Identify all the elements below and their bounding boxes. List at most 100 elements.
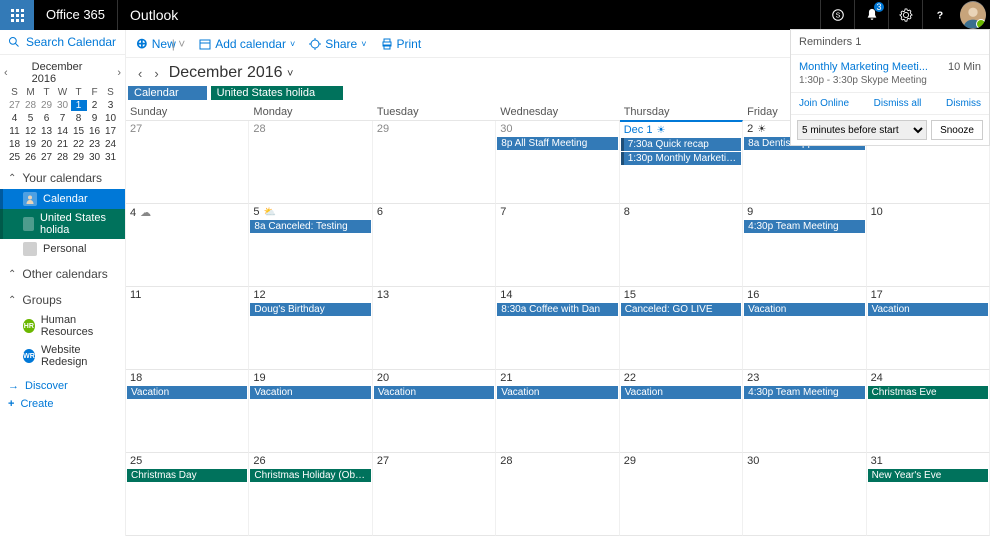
calendar-cell[interactable]: 30 xyxy=(743,453,866,536)
other-calendars-header[interactable]: ⌃Other calendars xyxy=(0,259,125,285)
calendar-event[interactable]: 4:30p Team Meeting xyxy=(744,220,864,233)
calendar-cell[interactable]: 20Vacation xyxy=(373,370,496,453)
calendar-cell[interactable]: 25Christmas Day xyxy=(126,453,249,536)
mini-cal-day[interactable]: 27 xyxy=(39,152,55,163)
mini-cal-day[interactable]: 10 xyxy=(103,113,119,124)
mini-cal-day[interactable]: 31 xyxy=(103,152,119,163)
calendar-cell[interactable]: 26Christmas Holiday (Observed) xyxy=(249,453,372,536)
mini-cal-day[interactable]: 30 xyxy=(87,152,103,163)
calendar-cell[interactable]: 12Doug's Birthday xyxy=(249,287,372,370)
calendar-event[interactable]: 8a Canceled: Testing xyxy=(250,220,370,233)
mini-cal-day[interactable]: 18 xyxy=(7,139,23,150)
calendar-event[interactable]: 7:30a Quick recap xyxy=(621,138,741,151)
mini-cal-day[interactable]: 2 xyxy=(87,100,103,111)
calendar-cell[interactable]: 7 xyxy=(496,204,619,287)
next-month-icon[interactable]: › xyxy=(152,66,160,81)
mini-cal-day[interactable]: 26 xyxy=(23,152,39,163)
calendar-cell[interactable]: 27 xyxy=(373,453,496,536)
snooze-select[interactable]: 5 minutes before start xyxy=(797,120,927,140)
your-calendars-header[interactable]: ⌃Your calendars xyxy=(0,163,125,189)
calendar-event[interactable]: Vacation xyxy=(497,386,617,399)
mini-cal-day[interactable]: 23 xyxy=(87,139,103,150)
profile-avatar[interactable] xyxy=(956,0,990,30)
calendar-cell[interactable]: 5⛅8a Canceled: Testing xyxy=(249,204,372,287)
mini-cal-day[interactable]: 24 xyxy=(103,139,119,150)
help-icon[interactable]: ? xyxy=(922,0,956,30)
mini-cal-day[interactable]: 20 xyxy=(39,139,55,150)
print-button[interactable]: Print xyxy=(381,37,422,51)
calendar-cell[interactable]: 234:30p Team Meeting xyxy=(743,370,866,453)
mini-cal-title[interactable]: December 2016 xyxy=(32,61,94,85)
mini-cal-day[interactable]: 22 xyxy=(71,139,87,150)
calendar-cell[interactable]: 28 xyxy=(496,453,619,536)
calendar-event[interactable]: Canceled: GO LIVE xyxy=(621,303,741,316)
groups-header[interactable]: ⌃Groups xyxy=(0,285,125,311)
mini-cal-day[interactable]: 8 xyxy=(71,113,87,124)
discover-link[interactable]: →Discover xyxy=(0,377,125,395)
calendar-event[interactable]: 8p All Staff Meeting xyxy=(497,137,617,150)
calendar-cell[interactable]: 24Christmas Eve xyxy=(867,370,990,453)
calendar-event[interactable]: 4:30p Team Meeting xyxy=(744,386,864,399)
mini-cal-day[interactable]: 4 xyxy=(7,113,23,124)
dismiss-all-link[interactable]: Dismiss all xyxy=(874,98,922,109)
calendar-event[interactable]: Vacation xyxy=(744,303,864,316)
calendar-cell[interactable]: 10 xyxy=(867,204,990,287)
calendar-event[interactable]: New Year's Eve xyxy=(868,469,988,482)
mini-next-icon[interactable]: › xyxy=(113,67,125,79)
calendar-cell[interactable]: 15Canceled: GO LIVE xyxy=(620,287,743,370)
mini-cal-day[interactable]: 15 xyxy=(71,126,87,137)
brand-label[interactable]: Office 365 xyxy=(34,0,118,30)
calendar-cell[interactable]: 148:30a Coffee with Dan xyxy=(496,287,619,370)
calendar-cell[interactable]: 28 xyxy=(249,121,372,204)
search-input[interactable]: Search Calendar xyxy=(0,30,125,55)
notifications-icon[interactable]: 3 xyxy=(854,0,888,30)
calendar-cell[interactable]: 13 xyxy=(373,287,496,370)
calendar-event[interactable]: Vacation xyxy=(621,386,741,399)
mini-cal-day[interactable]: 13 xyxy=(39,126,55,137)
skype-icon[interactable]: S xyxy=(820,0,854,30)
calendar-cell[interactable]: 27 xyxy=(126,121,249,204)
calendar-cell[interactable]: 6 xyxy=(373,204,496,287)
mini-cal-day[interactable]: 30 xyxy=(55,100,71,111)
calendar-tab[interactable]: Calendar xyxy=(128,86,207,100)
calendar-cell[interactable]: 16Vacation xyxy=(743,287,866,370)
reminder-item[interactable]: Monthly Marketing Meeti...10 Min 1:30p -… xyxy=(791,55,989,93)
add-calendar-button[interactable]: Add calendar˅ xyxy=(199,37,295,51)
mini-cal-day[interactable]: 14 xyxy=(55,126,71,137)
calendar-event[interactable]: Vacation xyxy=(250,386,370,399)
calendar-cell[interactable]: Dec 1☀7:30a Quick recap1:30p Monthly Mar… xyxy=(620,120,743,204)
calendar-event[interactable]: Christmas Eve xyxy=(868,386,988,399)
calendar-tab[interactable]: United States holida xyxy=(211,86,343,100)
mini-cal-day[interactable]: 11 xyxy=(7,126,23,137)
mini-cal-day[interactable]: 17 xyxy=(103,126,119,137)
mini-cal-day[interactable]: 21 xyxy=(55,139,71,150)
mini-cal-day[interactable]: 29 xyxy=(39,100,55,111)
calendar-cell[interactable]: 8 xyxy=(620,204,743,287)
calendar-event[interactable]: Vacation xyxy=(127,386,247,399)
prev-month-icon[interactable]: ‹ xyxy=(136,66,144,81)
calendar-cell[interactable]: 21Vacation xyxy=(496,370,619,453)
calendar-item[interactable]: Calendar xyxy=(0,189,125,209)
snooze-button[interactable]: Snooze xyxy=(931,120,983,140)
mini-cal-day[interactable]: 9 xyxy=(87,113,103,124)
mini-cal-day[interactable]: 7 xyxy=(55,113,71,124)
mini-cal-day[interactable]: 6 xyxy=(39,113,55,124)
mini-calendar[interactable]: SMTWTFS272829301234567891011121314151617… xyxy=(0,87,125,163)
calendar-event[interactable]: Vacation xyxy=(868,303,988,316)
calendar-cell[interactable]: 94:30p Team Meeting xyxy=(743,204,866,287)
group-item[interactable]: HRHuman Resources xyxy=(0,311,125,341)
calendar-cell[interactable]: 18Vacation xyxy=(126,370,249,453)
calendar-cell[interactable]: 4☁ xyxy=(126,204,249,287)
calendar-cell[interactable]: 19Vacation xyxy=(249,370,372,453)
mini-cal-day[interactable]: 25 xyxy=(7,152,23,163)
calendar-cell[interactable]: 22Vacation xyxy=(620,370,743,453)
calendar-cell[interactable]: 11 xyxy=(126,287,249,370)
new-button[interactable]: ⊕New | ˅ xyxy=(136,35,185,52)
month-title[interactable]: December 2016 ˅ xyxy=(169,64,294,82)
calendar-cell[interactable]: 17Vacation xyxy=(867,287,990,370)
dismiss-link[interactable]: Dismiss xyxy=(946,98,981,109)
mini-cal-day[interactable]: 28 xyxy=(23,100,39,111)
mini-prev-icon[interactable]: ‹ xyxy=(0,67,12,79)
calendar-event[interactable]: 1:30p Monthly Marketing Meetin xyxy=(621,152,741,165)
calendar-cell[interactable]: 29 xyxy=(373,121,496,204)
